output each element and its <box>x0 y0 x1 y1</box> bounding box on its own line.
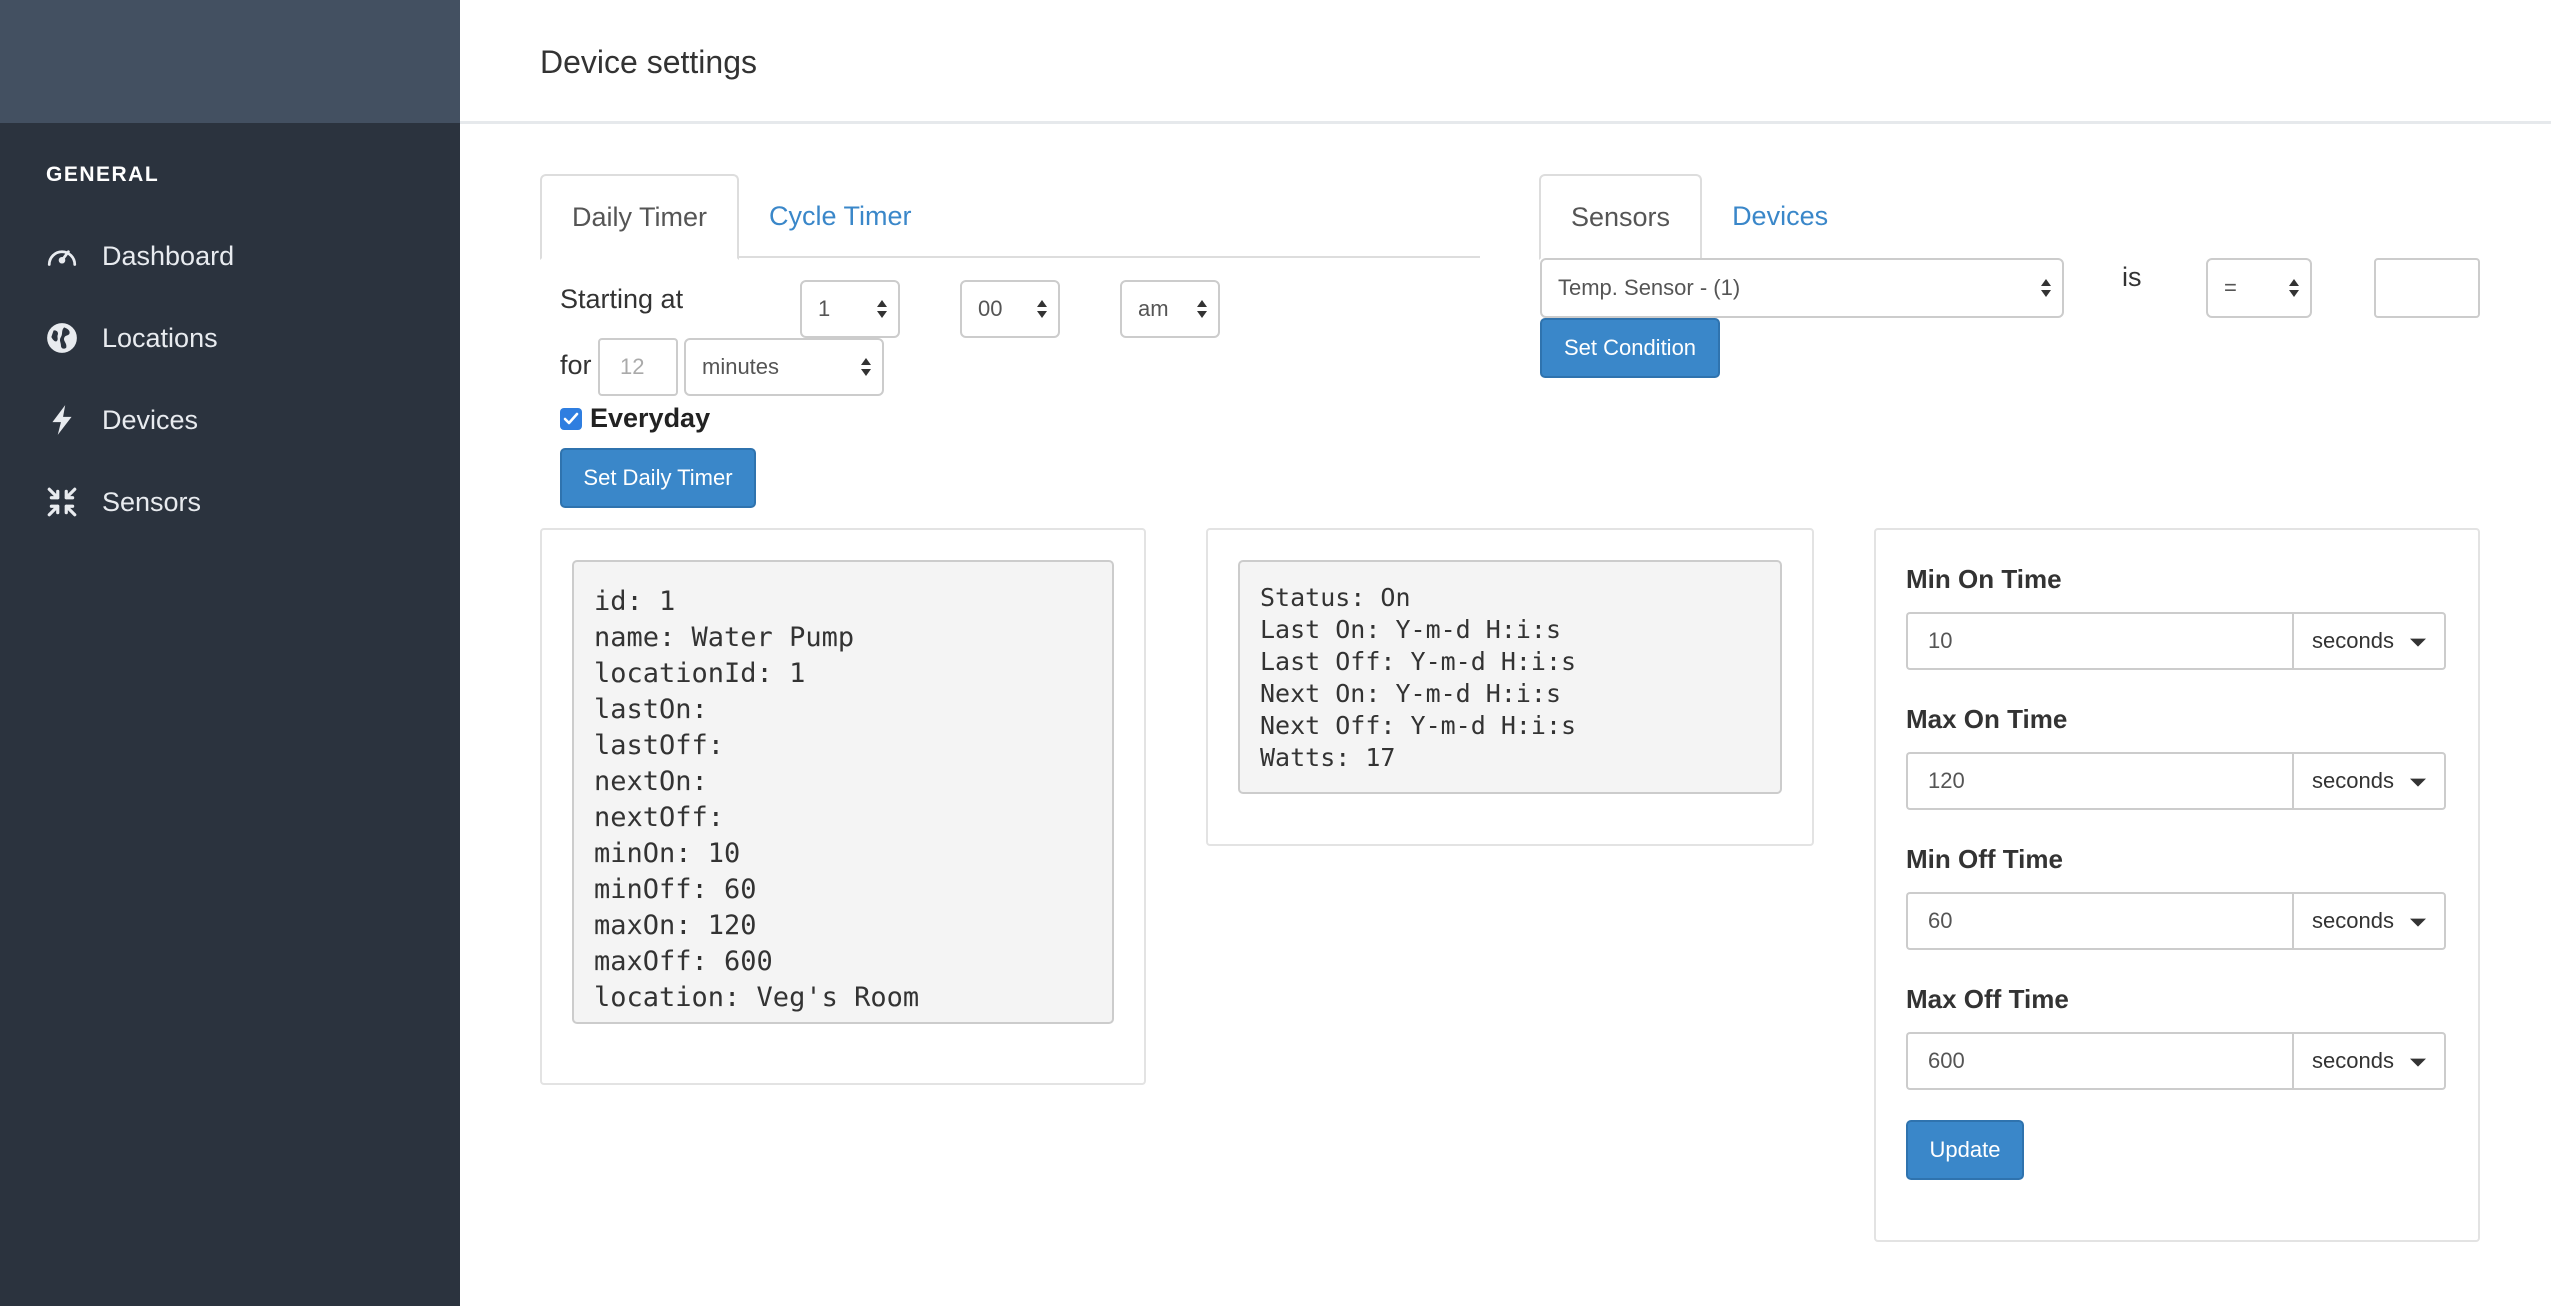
device-info-line: maxOff: 600 <box>594 946 773 977</box>
select-arrows-icon <box>1197 300 1207 318</box>
device-info-line: nextOff: <box>594 802 725 833</box>
select-arrows-icon <box>2289 279 2299 297</box>
max-on-time-input[interactable]: 120 <box>1906 752 2292 810</box>
select-arrows-icon <box>877 300 887 318</box>
select-arrows-icon <box>861 358 871 376</box>
duration-unit-select[interactable]: minutes <box>684 338 884 396</box>
status-line: Status: On <box>1260 583 1411 612</box>
min-off-time-input[interactable]: 60 <box>1906 892 2292 950</box>
sidebar-brand <box>0 0 460 123</box>
sidebar-item-sensors[interactable]: Sensors <box>44 472 444 532</box>
sidebar-item-devices[interactable]: Devices <box>44 390 444 450</box>
device-info-line: minOn: 10 <box>594 838 741 869</box>
select-arrows-icon <box>1037 300 1047 318</box>
sidebar-item-label: Sensors <box>102 486 202 517</box>
page-header: Device settings <box>460 0 2551 124</box>
sidebar-item-dashboard[interactable]: Dashboard <box>44 226 444 286</box>
sidebar-item-locations[interactable]: Locations <box>44 308 444 368</box>
sensor-select[interactable]: Temp. Sensor - (1) <box>1540 258 2064 318</box>
min-on-time-label: Min On Time <box>1906 564 2062 594</box>
min-on-time-unit-select[interactable]: seconds <box>2292 612 2446 670</box>
tab-sensors[interactable]: Sensors <box>1539 174 1703 260</box>
condition-value-input[interactable] <box>2374 258 2480 318</box>
tab-daily-timer[interactable]: Daily Timer <box>540 174 740 260</box>
dashboard-icon <box>44 238 80 274</box>
sidebar-item-label: Dashboard <box>102 240 235 271</box>
device-info-line: lastOn: <box>594 694 708 725</box>
status-line: Watts: 17 <box>1260 743 1396 772</box>
caret-down-icon <box>2410 918 2426 927</box>
max-off-time-unit-select[interactable]: seconds <box>2292 1032 2446 1090</box>
globe-icon <box>44 320 80 356</box>
set-condition-button[interactable]: Set Condition <box>1540 318 1720 378</box>
min-on-time-group: 10 seconds <box>1906 612 2446 670</box>
device-info-block: id: 1 name: Water Pump locationId: 1 las… <box>572 560 1114 1024</box>
timing-settings-panel: Min On Time 10 seconds Max On Time 120 s… <box>1874 528 2480 1242</box>
max-off-time-label: Max Off Time <box>1906 984 2069 1014</box>
max-on-time-unit-select[interactable]: seconds <box>2292 752 2446 810</box>
device-info-line: maxOn: 120 <box>594 910 757 941</box>
status-line: Last On: Y-m-d H:i:s <box>1260 615 1562 644</box>
hour-select[interactable]: 1 <box>800 280 900 338</box>
min-on-time-input[interactable]: 10 <box>1906 612 2292 670</box>
device-info-line: name: Water Pump <box>594 622 855 653</box>
device-info-line: lastOff: <box>594 730 725 761</box>
checkmark-icon <box>563 412 579 425</box>
min-off-time-label: Min Off Time <box>1906 844 2063 874</box>
device-info-line: locationId: 1 <box>594 658 806 689</box>
sidebar-item-label: Locations <box>102 322 218 353</box>
device-info-line: id: 1 <box>594 586 676 617</box>
ampm-select[interactable]: am <box>1120 280 1220 338</box>
starting-at-label: Starting at <box>560 284 684 314</box>
duration-input[interactable]: 12 <box>598 338 678 396</box>
sidebar-item-label: Devices <box>102 404 199 435</box>
max-off-time-group: 600 seconds <box>1906 1032 2446 1090</box>
for-label: for <box>560 350 592 380</box>
status-panel: Status: On Last On: Y-m-d H:i:s Last Off… <box>1206 528 1814 846</box>
min-off-time-group: 60 seconds <box>1906 892 2446 950</box>
sensor-tabs: Sensors Devices <box>1539 174 2479 260</box>
status-line: Next Off: Y-m-d H:i:s <box>1260 711 1577 740</box>
page-title: Device settings <box>540 44 757 80</box>
everyday-label: Everyday <box>590 403 711 433</box>
caret-down-icon <box>2410 1058 2426 1067</box>
set-daily-timer-button[interactable]: Set Daily Timer <box>560 448 756 508</box>
max-on-time-label: Max On Time <box>1906 704 2068 734</box>
caret-down-icon <box>2410 638 2426 647</box>
device-info-line: nextOn: <box>594 766 708 797</box>
min-off-time-unit-select[interactable]: seconds <box>2292 892 2446 950</box>
timer-tabs: Daily Timer Cycle Timer <box>540 174 1480 260</box>
device-info-line: minOff: 60 <box>594 874 757 905</box>
tab-cycle-timer[interactable]: Cycle Timer <box>739 174 942 258</box>
caret-down-icon <box>2410 778 2426 787</box>
compress-icon <box>44 484 80 520</box>
sidebar-section-title: GENERAL <box>46 163 160 186</box>
max-off-time-input[interactable]: 600 <box>1906 1032 2292 1090</box>
device-info-line: location: Veg's Room <box>594 982 920 1013</box>
status-line: Last Off: Y-m-d H:i:s <box>1260 647 1577 676</box>
is-label: is <box>2122 262 2142 292</box>
minute-select[interactable]: 00 <box>960 280 1060 338</box>
status-info-block: Status: On Last On: Y-m-d H:i:s Last Off… <box>1238 560 1782 794</box>
update-button[interactable]: Update <box>1906 1120 2024 1180</box>
device-info-panel: id: 1 name: Water Pump locationId: 1 las… <box>540 528 1146 1085</box>
max-on-time-group: 120 seconds <box>1906 752 2446 810</box>
tab-devices[interactable]: Devices <box>1702 174 1858 258</box>
select-arrows-icon <box>2041 279 2051 297</box>
sidebar: GENERAL Dashboard Locations Devices Sens… <box>0 0 460 1306</box>
operator-select[interactable]: = <box>2206 258 2312 318</box>
status-line: Next On: Y-m-d H:i:s <box>1260 679 1562 708</box>
everyday-checkbox[interactable] <box>560 408 582 430</box>
bolt-icon <box>44 402 80 438</box>
